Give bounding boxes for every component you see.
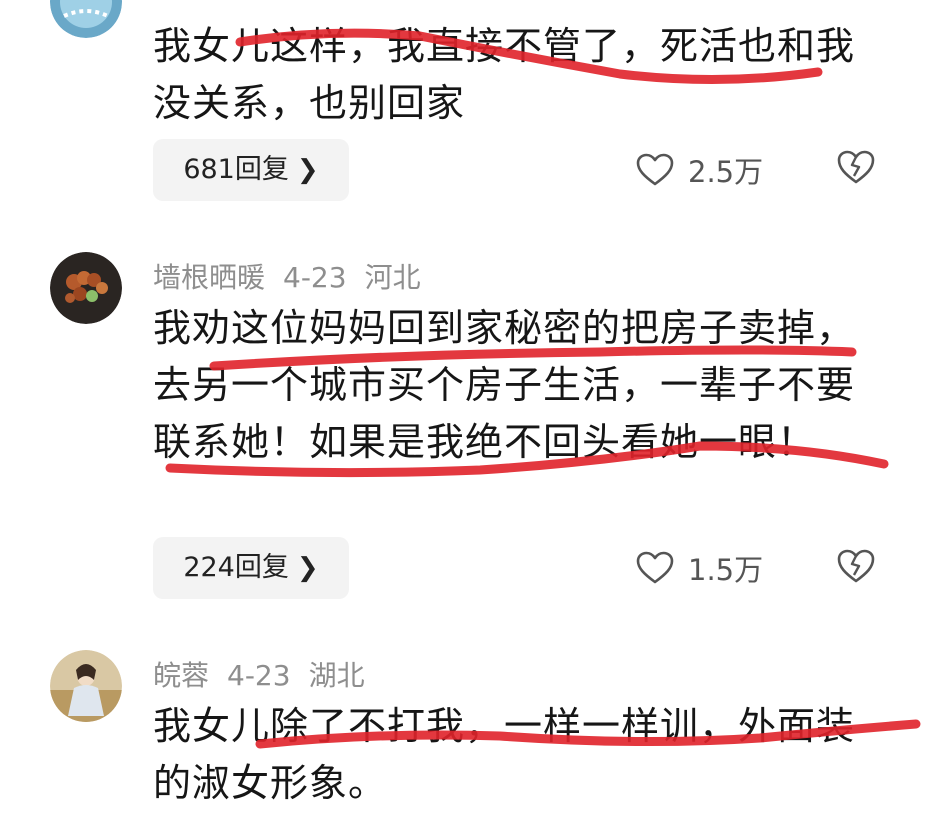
comment-location: 河北 [364,261,421,294]
comment-text: 我劝这位妈妈回到家秘密的把房子卖掉，去另一个城市买个房子生活，一辈子不要联系她！… [153,306,856,464]
like-button[interactable]: 1.5万 [636,548,763,588]
broken-heart-icon [837,150,875,184]
reply-button[interactable]: 681回复 ❯ [153,139,349,201]
comment-location: 湖北 [308,659,365,692]
comment-date: 4-23 [227,659,291,692]
avatar[interactable] [50,252,122,324]
like-count: 2.5万 [688,155,764,189]
chevron-right-icon: ❯ [296,155,319,185]
reply-label: 224回复 [183,552,289,583]
comment-text: 我女儿除了不打我，一样一样训，外面装的淑女形象。 [153,704,856,805]
heart-outline-icon [636,153,674,186]
username[interactable]: 皖蓉 [153,659,209,692]
comment-text: 我女儿这样，我直接不管了，死活也和我没关系，也别回家 [153,24,856,125]
comment-date: 4-23 [283,261,347,294]
avatar[interactable] [50,0,122,38]
like-count: 1.5万 [688,553,764,587]
broken-heart-icon [837,549,875,583]
like-button[interactable]: 2.5万 [636,150,763,190]
username[interactable]: 墙根晒暖 [153,261,265,294]
heart-outline-icon [636,551,674,584]
avatar[interactable] [50,650,122,722]
chevron-right-icon: ❯ [296,553,319,583]
dislike-button[interactable] [836,149,876,189]
reply-button[interactable]: 224回复 ❯ [153,537,349,599]
dislike-button[interactable] [836,548,876,588]
comment-meta: 皖蓉 4-23 湖北 [153,654,383,694]
reply-label: 681回复 [183,154,289,185]
comment-meta: 墙根晒暖 4-23 河北 [153,256,439,296]
